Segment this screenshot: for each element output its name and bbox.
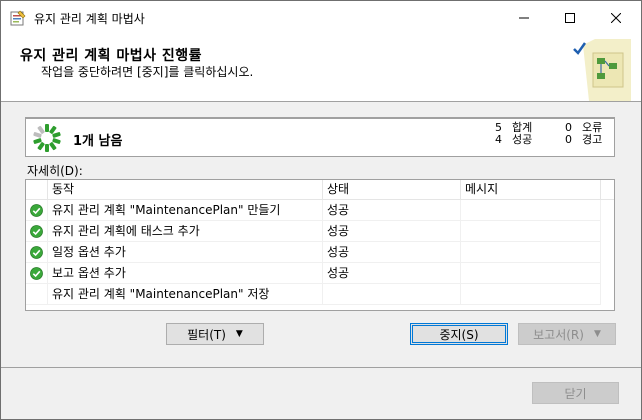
column-header-status[interactable]: 상태 [323, 180, 461, 200]
success-check-icon [30, 246, 43, 259]
header-banner: 유지 관리 계획 마법사 진행률 작업을 중단하려면 [중지]를 클릭하십시오. [1, 35, 641, 102]
stop-button-label: 중지(S) [439, 327, 479, 342]
grid-header: 동작 상태 메시지 [26, 180, 614, 200]
filter-button[interactable]: 필터(T) ▼ [166, 323, 264, 345]
success-label: 성공 [512, 133, 533, 146]
cell-action: 유지 관리 계획 "MaintenancePlan" 만들기 [48, 200, 323, 221]
cell-icon [26, 242, 48, 263]
cell-action: 일정 옵션 추가 [48, 242, 323, 263]
close-window-button[interactable] [593, 1, 639, 35]
cell-status [323, 284, 461, 305]
minimize-icon [519, 17, 529, 19]
report-button[interactable]: 보고서(R) ▼ [518, 323, 616, 345]
column-header-message[interactable]: 메시지 [461, 180, 601, 200]
window-title: 유지 관리 계획 마법사 [34, 12, 145, 26]
close-button-label: 닫기 [564, 386, 587, 401]
cell-status: 성공 [323, 263, 461, 284]
cell-status: 성공 [323, 242, 461, 263]
cell-icon [26, 263, 48, 284]
success-check-icon [30, 225, 43, 238]
table-row[interactable]: 유지 관리 계획에 태스크 추가 성공 [26, 221, 614, 242]
page-subtitle: 작업을 중단하려면 [중지]를 클릭하십시오. [41, 65, 254, 79]
remaining-count: 1개 남음 [73, 134, 123, 149]
success-count: 4 [495, 133, 502, 146]
progress-spinner-icon [33, 124, 61, 152]
wizard-banner-icon [573, 39, 631, 101]
dropdown-arrow-icon: ▼ [235, 329, 243, 339]
summary-stats: 5 합계 0 오류 4 성공 0 경고 [484, 122, 606, 146]
cell-action: 유지 관리 계획 "MaintenancePlan" 저장 [48, 284, 323, 305]
cell-status: 성공 [323, 221, 461, 242]
close-icon [611, 13, 621, 23]
progress-summary: 1개 남음 5 합계 0 오류 4 성공 0 경고 [25, 117, 615, 157]
stop-button[interactable]: 중지(S) [410, 323, 508, 345]
success-check-icon [30, 267, 43, 280]
warning-count: 0 [565, 133, 572, 146]
cell-message [461, 284, 601, 305]
minimize-button[interactable] [501, 1, 547, 35]
cell-message [461, 200, 601, 221]
cell-message [461, 242, 601, 263]
column-header-action[interactable]: 동작 [48, 180, 323, 200]
cell-icon [26, 221, 48, 242]
cell-action: 유지 관리 계획에 태스크 추가 [48, 221, 323, 242]
cell-message [461, 263, 601, 284]
maximize-icon [565, 13, 575, 23]
cell-icon [26, 200, 48, 221]
filter-button-label: 필터(T) [187, 327, 226, 342]
column-header-icon [26, 180, 48, 200]
details-label: 자세히(D): [27, 164, 83, 178]
cell-message [461, 221, 601, 242]
table-row[interactable]: 보고 옵션 추가 성공 [26, 263, 614, 284]
details-grid[interactable]: 동작 상태 메시지 유지 관리 계획 "MaintenancePlan" 만들기… [25, 179, 615, 311]
table-row[interactable]: 유지 관리 계획 "MaintenancePlan" 만들기 성공 [26, 200, 614, 221]
wizard-app-icon [10, 10, 26, 26]
maximize-button[interactable] [547, 1, 593, 35]
table-row[interactable]: 일정 옵션 추가 성공 [26, 242, 614, 263]
cell-status: 성공 [323, 200, 461, 221]
warning-label: 경고 [582, 133, 603, 146]
title-bar: 유지 관리 계획 마법사 [1, 1, 641, 35]
success-check-icon [30, 204, 43, 217]
page-title: 유지 관리 계획 마법사 진행률 [20, 48, 203, 64]
cell-icon [26, 284, 48, 305]
report-button-label: 보고서(R) [533, 327, 584, 342]
close-button[interactable]: 닫기 [532, 382, 619, 404]
cell-action: 보고 옵션 추가 [48, 263, 323, 284]
table-row[interactable]: 유지 관리 계획 "MaintenancePlan" 저장 [26, 284, 614, 305]
wizard-window: 유지 관리 계획 마법사 유지 관리 계획 마법사 진행률 작업을 중단하려면 … [0, 0, 642, 420]
footer-divider [1, 367, 641, 368]
dropdown-arrow-icon: ▼ [593, 329, 601, 339]
